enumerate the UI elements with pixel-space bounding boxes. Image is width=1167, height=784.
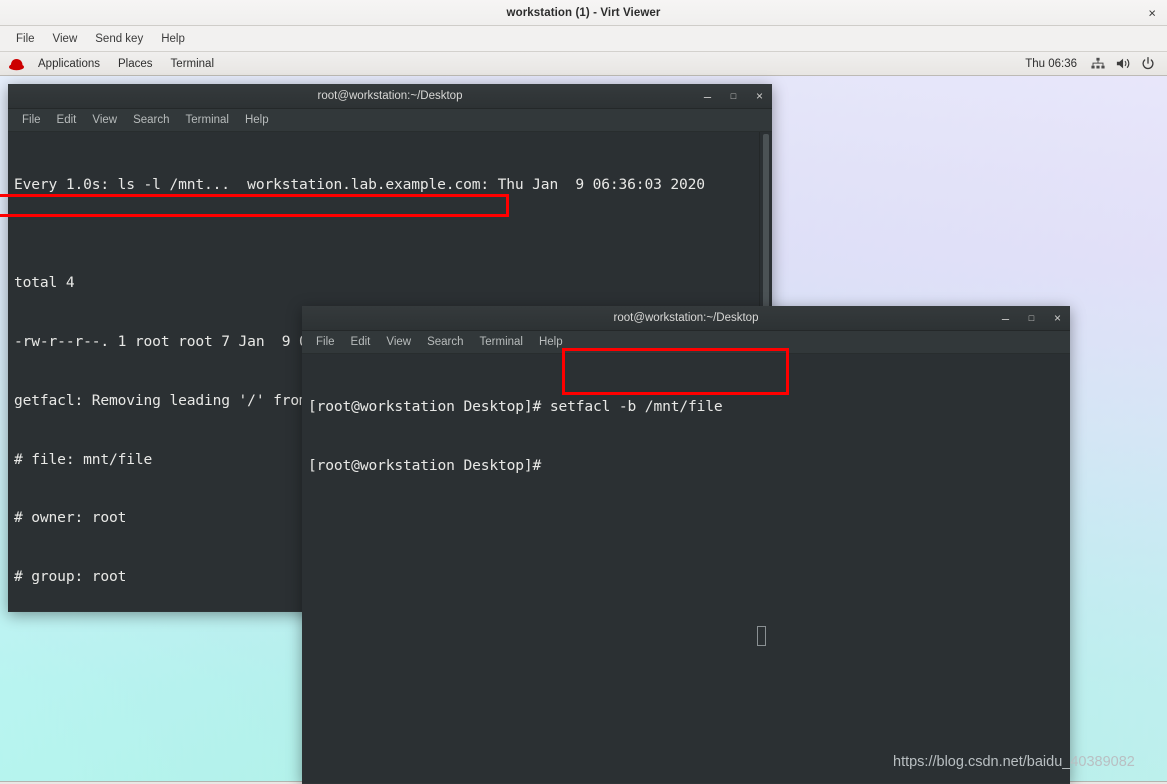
redhat-logo-icon	[8, 57, 25, 71]
terminal1-menu-help[interactable]: Help	[237, 112, 277, 128]
terminal1-menu-file[interactable]: File	[14, 112, 49, 128]
terminal2-title: root@workstation:~/Desktop	[613, 312, 759, 324]
screen: workstation (1) - Virt Viewer × File Vie…	[0, 0, 1167, 784]
panel-terminal-menu[interactable]: Terminal	[162, 55, 223, 73]
terminal2-menu-terminal[interactable]: Terminal	[472, 334, 531, 350]
terminal2-close-button[interactable]: ×	[1051, 312, 1064, 324]
terminal1-menu-search[interactable]: Search	[125, 112, 177, 128]
terminal1-menu-edit[interactable]: Edit	[49, 112, 85, 128]
terminal2-line: [root@workstation Desktop]#	[308, 456, 542, 474]
terminal2-minimize-button[interactable]: –	[999, 312, 1012, 325]
network-icon[interactable]	[1090, 56, 1106, 72]
terminal1-line: Every 1.0s: ls -l /mnt... workstation.la…	[14, 176, 705, 194]
terminal1-menubar: File Edit View Search Terminal Help	[8, 109, 772, 132]
vv-menu-send-key[interactable]: Send key	[86, 30, 152, 48]
terminal1-title: root@workstation:~/Desktop	[317, 90, 463, 102]
terminal2-line: [root@workstation Desktop]# setfacl -b /…	[308, 398, 723, 416]
panel-applications-menu[interactable]: Applications	[29, 55, 109, 73]
terminal2-menu-search[interactable]: Search	[419, 334, 471, 350]
terminal2-menu-file[interactable]: File	[308, 334, 343, 350]
terminal2-menu-view[interactable]: View	[378, 334, 419, 350]
terminal1-titlebar[interactable]: root@workstation:~/Desktop – □ ×	[8, 84, 772, 109]
vv-menu-view[interactable]: View	[44, 30, 87, 48]
viewer-menubar: File View Send key Help	[0, 26, 1167, 52]
close-icon[interactable]: ×	[1144, 4, 1160, 21]
terminal-window-2[interactable]: root@workstation:~/Desktop – □ × File Ed…	[302, 306, 1070, 784]
vv-menu-help[interactable]: Help	[152, 30, 194, 48]
panel-places-menu[interactable]: Places	[109, 55, 162, 73]
vv-menu-file[interactable]: File	[7, 30, 44, 48]
terminal2-output[interactable]: [root@workstation Desktop]# setfacl -b /…	[302, 354, 1070, 783]
terminal1-line: total 4	[14, 274, 75, 292]
terminal1-close-button[interactable]: ×	[753, 90, 766, 102]
terminal2-menubar: File Edit View Search Terminal Help	[302, 331, 1070, 354]
terminal1-maximize-button[interactable]: □	[727, 91, 740, 101]
terminal1-menu-terminal[interactable]: Terminal	[178, 112, 237, 128]
panel-clock[interactable]: Thu 06:36	[1021, 56, 1081, 72]
terminal2-menu-edit[interactable]: Edit	[343, 334, 379, 350]
gnome-top-panel: Applications Places Terminal Thu 06:36	[0, 52, 1167, 76]
terminal2-menu-help[interactable]: Help	[531, 334, 571, 350]
terminal1-minimize-button[interactable]: –	[701, 90, 714, 103]
terminal2-maximize-button[interactable]: □	[1025, 313, 1038, 323]
terminal2-cursor	[757, 626, 766, 646]
viewer-titlebar: workstation (1) - Virt Viewer ×	[0, 0, 1167, 26]
volume-icon[interactable]	[1115, 56, 1131, 72]
terminal1-menu-view[interactable]: View	[84, 112, 125, 128]
power-icon[interactable]	[1140, 56, 1156, 72]
terminal2-titlebar[interactable]: root@workstation:~/Desktop – □ ×	[302, 306, 1070, 331]
viewer-title: workstation (1) - Virt Viewer	[506, 6, 661, 19]
